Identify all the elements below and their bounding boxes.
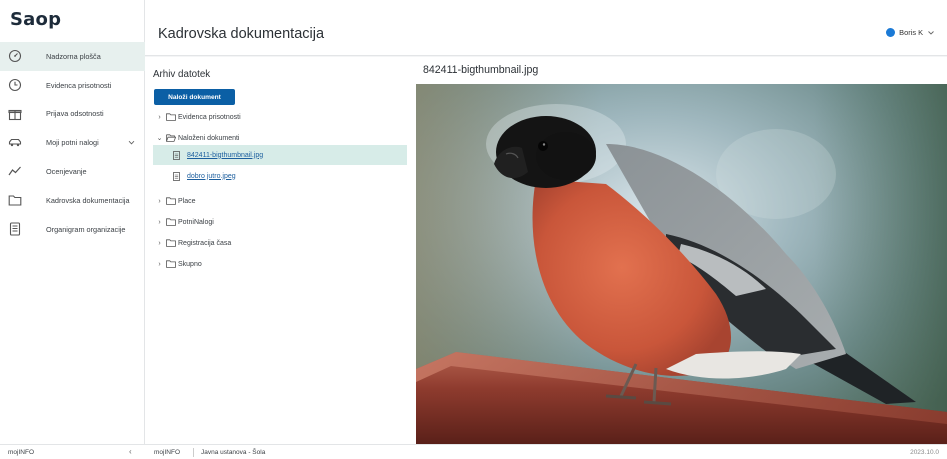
bullfinch-photo [416, 84, 947, 444]
clock-icon [8, 78, 22, 91]
preview-image [416, 84, 947, 444]
preview-title: 842411-bigthumbnail.jpg [423, 64, 539, 76]
tree-folder-place[interactable]: › Place [155, 191, 407, 211]
chevron-right-icon[interactable]: › [155, 114, 164, 121]
chevron-down-icon[interactable]: ⌄ [155, 134, 164, 142]
folder-icon [8, 195, 22, 206]
chevron-right-icon[interactable]: › [155, 198, 164, 205]
chevron-down-icon [928, 30, 934, 35]
folder-icon [166, 218, 176, 226]
document-icon [9, 222, 21, 236]
file-icon [173, 150, 180, 160]
footer: mojINFO ‹ mojINFO Javna ustanova - Šola … [0, 444, 947, 459]
chevron-right-icon[interactable]: › [155, 261, 164, 268]
footer-brand-secondary: mojINFO [154, 449, 180, 456]
folder-icon [166, 197, 176, 205]
user-name: Boris K [899, 28, 923, 37]
tree-label: PotniNalogi [178, 218, 214, 226]
sidebar-item-evidenca-prisotnosti[interactable]: Evidenca prisotnosti [0, 71, 145, 100]
chevron-right-icon[interactable]: › [155, 219, 164, 226]
tree-label: Skupno [178, 260, 202, 268]
chevron-down-icon[interactable] [128, 139, 135, 146]
help-icon[interactable] [886, 28, 896, 37]
tree-label: Naloženi dokumenti [178, 134, 240, 142]
collapse-sidebar-icon[interactable]: ‹ [129, 447, 132, 456]
folder-icon [166, 260, 176, 268]
sidebar-item-label: Organigram organizacije [46, 224, 126, 234]
upload-document-button[interactable]: Naloži dokument [154, 89, 235, 105]
page-title: Kadrovska dokumentacija [158, 26, 325, 42]
tree-label: Place [178, 197, 196, 205]
footer-version: 2023.10.0 [910, 449, 939, 456]
footer-organization: Javna ustanova - Šola [201, 449, 266, 456]
tree-folder-potninalogi[interactable]: › PotniNalogi [155, 212, 407, 232]
tree-file-dobro-jutro[interactable]: dobro jutro.jpeg [153, 166, 407, 186]
footer-brand: mojINFO [8, 449, 34, 456]
folder-icon [166, 239, 176, 247]
sidebar-nav: Nadzorna plošča Evidenca prisotnosti Pri… [0, 42, 145, 244]
file-link[interactable]: 842411-bigthumbnail.jpg [187, 152, 263, 159]
sidebar-item-prijava-odsotnosti[interactable]: Prijava odsotnosti [0, 100, 145, 129]
tree-folder-evidenca-prisotnosti[interactable]: › Evidenca prisotnosti [155, 107, 407, 127]
tree-file-842411-bigthumbnail[interactable]: 842411-bigthumbnail.jpg [153, 145, 407, 165]
tree-label: Evidenca prisotnosti [178, 113, 241, 121]
sidebar-item-organigram-organizacije[interactable]: Organigram organizacije [0, 215, 145, 244]
top-header: Kadrovska dokumentacija Boris K [145, 0, 947, 56]
sidebar-item-kadrovska-dokumentacija[interactable]: Kadrovska dokumentacija [0, 186, 145, 215]
sidebar-item-nadzorna-plosca[interactable]: Nadzorna plošča [0, 42, 145, 71]
saop-logo: Saop [10, 9, 62, 30]
sidebar-item-label: Kadrovska dokumentacija [46, 195, 130, 205]
file-archive-panel: Arhiv datotek Naloži dokument › Evidenca… [145, 57, 416, 444]
folder-open-icon [166, 134, 176, 142]
file-preview-panel: 842411-bigthumbnail.jpg [416, 57, 947, 444]
car-icon [8, 139, 22, 147]
trend-icon [8, 166, 21, 176]
tree-label: Registracija časa [178, 239, 232, 247]
chevron-right-icon[interactable]: › [155, 240, 164, 247]
gift-icon [8, 109, 22, 120]
folder-icon [166, 113, 176, 121]
tree-folder-registracija-casa[interactable]: › Registracija časa [155, 233, 407, 253]
sidebar: Saop Nadzorna plošča Evidenca prisotnost… [0, 0, 145, 444]
sidebar-item-label: Prijava odsotnosti [46, 109, 104, 119]
sidebar-item-label: Evidenca prisotnosti [46, 80, 112, 90]
file-icon [173, 171, 180, 181]
sidebar-item-label: Nadzorna plošča [46, 51, 101, 61]
file-link[interactable]: dobro jutro.jpeg [187, 173, 236, 180]
dashboard-icon [8, 49, 22, 63]
archive-title: Arhiv datotek [153, 69, 211, 80]
sidebar-item-label: Moji potni nalogi [46, 138, 99, 148]
tree-folder-skupno[interactable]: › Skupno [155, 254, 407, 274]
sidebar-item-moji-potni-nalogi[interactable]: Moji potni nalogi [0, 128, 145, 157]
sidebar-item-ocenjevanje[interactable]: Ocenjevanje [0, 157, 145, 186]
sidebar-item-label: Ocenjevanje [46, 167, 87, 177]
footer-divider [193, 448, 194, 457]
user-menu[interactable]: Boris K [886, 28, 935, 37]
